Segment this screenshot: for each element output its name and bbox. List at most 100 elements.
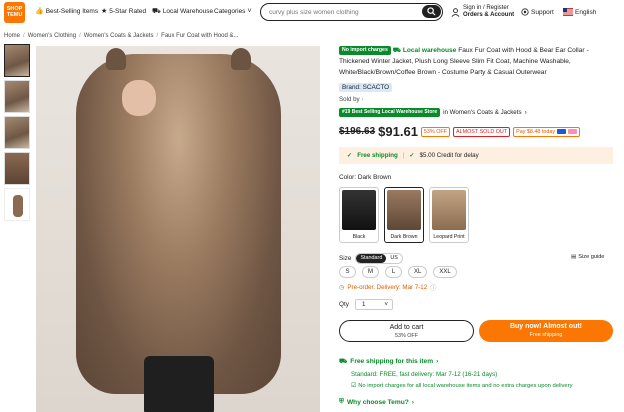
no-import-label: No import charges for all local warehous… [358,383,573,389]
swatch-image [387,190,421,230]
product-main-image[interactable] [36,46,320,412]
account-menu[interactable]: Sign in / Register Orders & Account [451,5,514,19]
add-to-cart-button[interactable]: Add to cart 53% OFF [339,320,474,342]
size-guide-link[interactable]: ▤ Size guide [571,254,604,260]
rank-badge: #19 Best Selling Local Warehouse Store [339,108,441,117]
nav-label: 5-Star Rated [109,8,147,15]
buy-now-button[interactable]: Buy now! Almost out! Free shipping [479,320,613,342]
pay-later-label: Pay $8.48 today [516,128,556,135]
quantity-row: Qty 1 ˅ [339,299,393,310]
swatch-black[interactable]: Black [339,187,379,243]
thumbnail[interactable] [4,44,30,77]
swatch-image [342,190,376,230]
swatch-label: Leopard Print [433,234,465,240]
breadcrumb-coats[interactable]: Women's Coats & Jackets [84,33,154,39]
free-shipping-item[interactable]: ⛟ Free shipping for this item › [339,357,438,366]
preorder-label: Pre-order. Delivery: Mar 7-12 [347,284,428,291]
model-face [122,80,156,116]
add-cart-label: Add to cart [389,324,424,331]
size-us[interactable]: US [386,254,401,263]
search-bar [260,3,443,21]
breadcrumb-current: Faux Fur Coat with Hood &... [161,33,239,39]
size-option[interactable]: XXL [433,266,457,278]
nav-label: Local Warehouse [162,8,214,15]
price-row: $196.63 $91.61 53% OFF ALMOST SOLD OUT P… [339,124,581,139]
sale-price: $91.61 [378,124,418,139]
header: SHOP TEMU 👍 Best-Selling Items ★ 5-Star … [0,0,624,26]
swatch-dark-brown[interactable]: Dark Brown [384,187,424,243]
add-cart-sub: 53% OFF [394,333,419,339]
account-line1: Sign in / Register [463,5,509,11]
check-circle-icon: ☑ [351,383,357,389]
size-system-toggle[interactable]: Standard US [355,253,403,264]
search-button[interactable] [422,5,441,18]
thumbnail[interactable] [4,152,30,185]
qty-value: 1 [361,301,366,308]
logo-line2: TEMU [6,12,23,18]
breadcrumb: Home / Women's Clothing / Women's Coats & … [4,33,239,39]
check-icon: ✓ [347,152,353,159]
chevron-right-icon: › [411,398,414,406]
info-icon[interactable]: ⓘ [430,283,436,292]
nav-five-star[interactable]: ★ 5-Star Rated [101,8,146,15]
size-option[interactable]: S [339,266,356,278]
chevron-down-icon: ˅ [247,8,252,15]
size-standard[interactable]: Standard [356,254,387,263]
support-label: Support [531,8,554,16]
credit-label: $5.00 Credit for delay [419,152,479,159]
breadcrumb-womens-clothing[interactable]: Women's Clothing [28,33,76,39]
truck-icon: ⛟ [339,358,348,365]
search-icon [427,7,436,16]
support-link[interactable]: Support [521,8,554,16]
sold-by-label: Sold by [339,96,360,103]
pay-later-badge[interactable]: Pay $8.48 today [513,126,581,137]
clock-icon: ◷ [339,284,345,291]
klarna-icon [557,129,567,134]
rank-row[interactable]: #19 Best Selling Local Warehouse Store i… [339,108,527,117]
size-guide-label: Size guide [578,254,605,260]
preorder-notice: ◷ Pre-order. Delivery: Mar 7-12 ⓘ [339,283,436,292]
color-swatches: Black Dark Brown Leopard Print [339,187,469,243]
nav-best-selling[interactable]: 👍 Best-Selling Items [35,8,98,15]
local-warehouse-label: Local warehouse [402,47,457,54]
nav-local-warehouse[interactable]: ⛟ Local Warehouse [152,8,213,15]
shield-icon: ⛨ [339,398,344,405]
breadcrumb-home[interactable]: Home [4,33,20,39]
brand-label[interactable]: Brand: SCACTO [339,83,393,92]
thumbnail[interactable] [4,188,30,221]
coat-figure [76,48,281,394]
size-option[interactable]: L [385,266,402,278]
shipping-banner: ✓ Free shipping | ✓ $5.00 Credit for del… [339,147,613,164]
language-selector[interactable]: English [563,8,596,16]
size-option[interactable]: M [362,266,379,278]
chevron-down-icon: ˅ [384,301,388,308]
standard-delivery: Standard: FREE, fast delivery: Mar 7-12 … [351,371,498,378]
size-row: Size Standard US [339,253,403,264]
free-item-label: Free shipping for this item [350,358,434,365]
afterpay-icon [568,129,578,134]
star-icon: ★ [101,8,108,15]
user-icon [451,7,460,17]
quantity-select[interactable]: 1 ˅ [354,299,393,310]
thumbnail-list [4,44,30,224]
thumbnail[interactable] [4,116,30,149]
ruler-icon: ▤ [571,254,577,260]
thumbnail[interactable] [4,80,30,113]
free-shipping-label: Free shipping [357,152,398,159]
swatch-label: Black [352,234,366,240]
why-choose-temu[interactable]: ⛨ Why choose Temu? › [339,398,414,406]
swatch-image [432,190,466,230]
size-options: S M L XL XXL [339,266,457,278]
swatch-leopard[interactable]: Leopard Print [429,187,469,243]
nav-categories[interactable]: Categories ˅ [214,8,252,15]
size-option[interactable]: XL [408,266,428,278]
original-price: $196.63 [339,126,376,137]
account-line2: Orders & Account [463,12,515,18]
swatch-label: Dark Brown [390,234,418,240]
search-input[interactable] [269,7,419,17]
thumbs-up-icon: 👍 [35,8,44,15]
buy-now-label: Buy now! Almost out! [509,323,583,330]
temu-logo[interactable]: SHOP TEMU [4,2,25,23]
sold-by[interactable]: Sold by › [339,96,363,103]
size-label: Size [339,255,352,262]
